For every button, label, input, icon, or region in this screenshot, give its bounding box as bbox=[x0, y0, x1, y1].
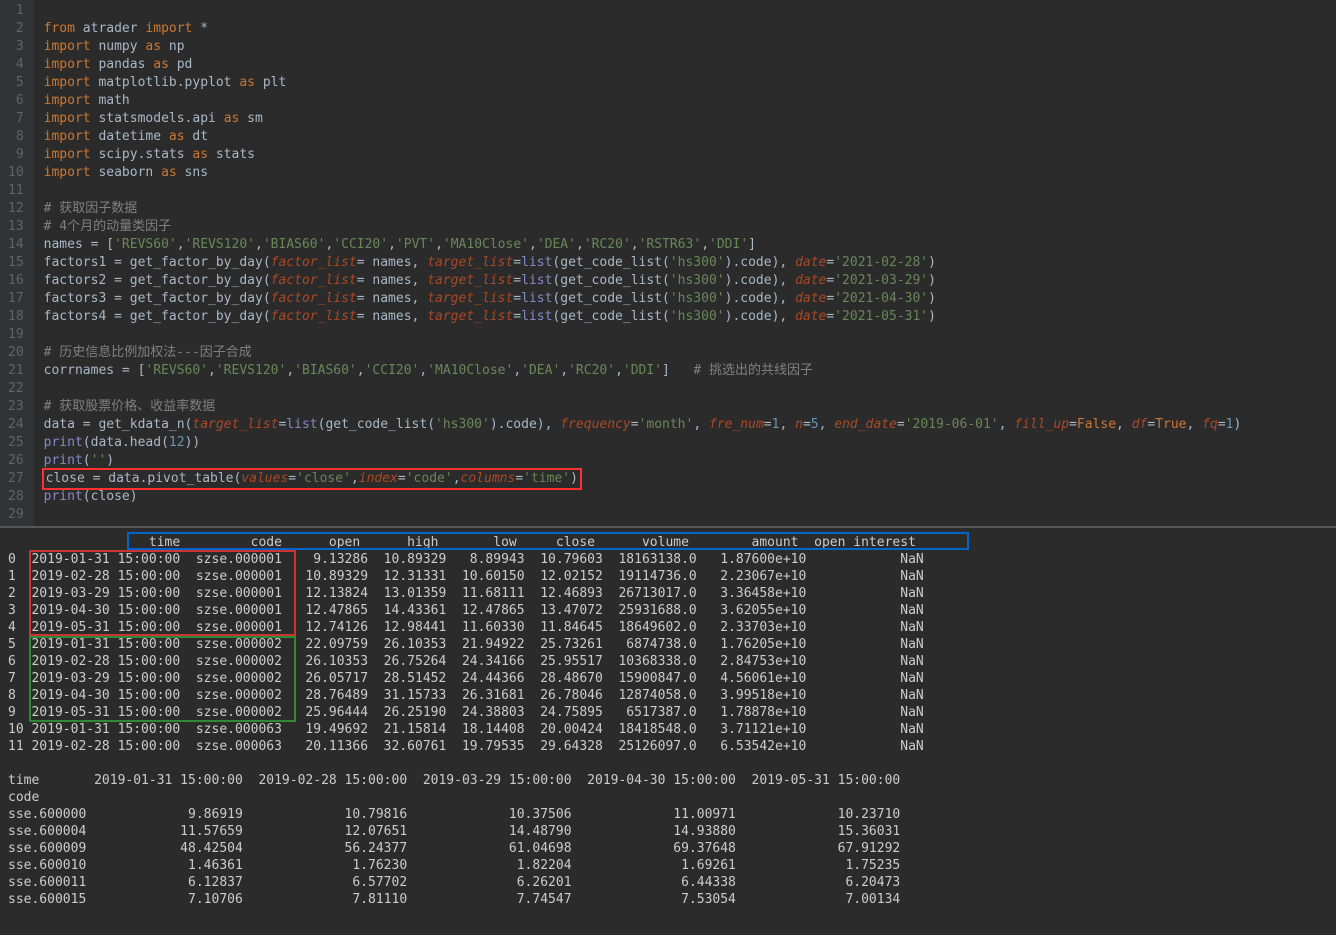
line-number-gutter: 123 456 789 101112 131415 161718 192021 … bbox=[0, 0, 34, 526]
code-editor[interactable]: 123 456 789 101112 131415 161718 192021 … bbox=[0, 0, 1336, 526]
output-text: time code open high low close volume amo… bbox=[8, 534, 1328, 908]
output-console[interactable]: time code open high low close volume amo… bbox=[0, 526, 1336, 914]
highlight-red-box: close = data.pivot_table(values='close',… bbox=[42, 468, 582, 490]
code-content[interactable]: from atrader import * import numpy as np… bbox=[34, 0, 1336, 526]
